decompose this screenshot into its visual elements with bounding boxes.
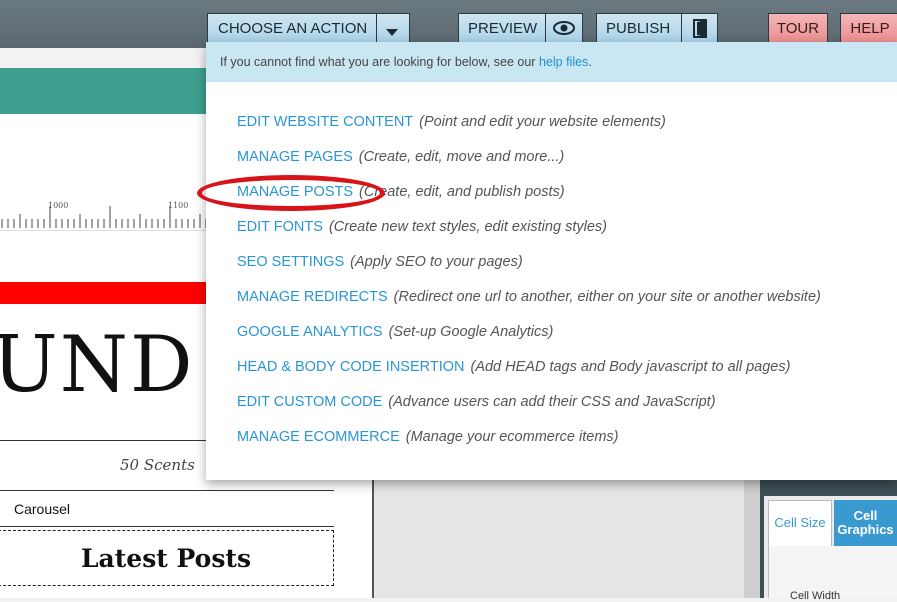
menu-item[interactable]: GOOGLE ANALYTICS (Set-up Google Analytics… — [237, 322, 553, 342]
menu-item-description: (Create new text styles, edit existing s… — [328, 219, 607, 235]
headline-text: UND — [0, 320, 195, 410]
menu-item-label[interactable]: EDIT FONTS — [237, 219, 323, 235]
carousel-row[interactable]: Carousel — [0, 490, 334, 527]
menu-item-label[interactable]: SEO SETTINGS — [237, 254, 344, 270]
menu-item-label[interactable]: MANAGE ECOMMERCE — [237, 429, 400, 445]
site-header-band — [0, 68, 214, 114]
tab-cell-size[interactable]: Cell Size — [768, 500, 832, 546]
menu-item-label[interactable]: EDIT CUSTOM CODE — [237, 394, 382, 410]
ruler-label: 1100 — [168, 201, 189, 210]
publish-button[interactable]: PUBLISH — [596, 13, 718, 43]
latest-posts-heading[interactable]: Latest Posts — [0, 530, 334, 586]
menu-item[interactable]: MANAGE PAGES (Create, edit, move and more… — [237, 147, 564, 167]
menu-item-description: (Redirect one url to another, either on … — [393, 289, 821, 305]
cell-width-label: Cell Width — [790, 590, 841, 602]
menu-item-description: (Add HEAD tags and Body javascript to al… — [470, 359, 791, 375]
info-end: . — [588, 55, 592, 69]
menu-item-label[interactable]: EDIT WEBSITE CONTENT — [237, 114, 413, 130]
menu-item-description: (Manage your ecommerce items) — [405, 429, 619, 445]
preview-label: PREVIEW — [468, 20, 538, 37]
help-button[interactable]: HELP — [840, 13, 897, 43]
menu-item-description: (Point and edit your website elements) — [419, 114, 666, 130]
dropdown-info-bar: If you cannot find what you are looking … — [206, 42, 897, 82]
menu-item-label[interactable]: HEAD & BODY CODE INSERTION — [237, 359, 464, 375]
menu-item-description: (Set-up Google Analytics) — [388, 324, 554, 340]
help-files-link[interactable]: help files — [539, 55, 588, 69]
ruler-label: 1000 — [48, 201, 69, 210]
menu-item[interactable]: EDIT WEBSITE CONTENT (Point and edit your… — [237, 112, 666, 132]
eye-icon — [553, 20, 575, 40]
menu-item[interactable]: SEO SETTINGS (Apply SEO to your pages) — [237, 252, 523, 272]
menu-item-description: (Advance users can add their CSS and Jav… — [388, 394, 716, 410]
menu-item-description: (Create, edit, move and more...) — [358, 149, 565, 165]
action-dropdown-menu: If you cannot find what you are looking … — [206, 42, 897, 480]
preview-button[interactable]: PREVIEW — [458, 13, 583, 43]
menu-item-description: (Apply SEO to your pages) — [350, 254, 523, 270]
menu-item[interactable]: MANAGE REDIRECTS (Redirect one url to ano… — [237, 287, 821, 307]
menu-item[interactable]: MANAGE ECOMMERCE (Manage your ecommerce i… — [237, 427, 619, 447]
tagline: 50 Scents — [120, 456, 195, 474]
menu-item[interactable]: EDIT FONTS (Create new text styles, edit … — [237, 217, 607, 237]
carousel-label: Carousel — [14, 501, 71, 517]
choose-action-button[interactable]: CHOOSE AN ACTION — [207, 13, 410, 43]
menu-item-description: (Create, edit, and publish posts) — [359, 184, 565, 200]
menu-item-label[interactable]: MANAGE REDIRECTS — [237, 289, 388, 305]
tab-cell-graphics[interactable]: Cell Graphics — [834, 500, 897, 546]
chevron-down-icon[interactable] — [386, 24, 398, 41]
info-text: If you cannot find what you are looking … — [220, 55, 536, 69]
door-icon — [693, 19, 709, 43]
menu-item[interactable]: HEAD & BODY CODE INSERTION (Add HEAD tags… — [237, 357, 790, 377]
highlight-circle — [197, 175, 385, 211]
tour-button[interactable]: TOUR — [768, 13, 828, 43]
top-toolbar: CHOOSE AN ACTION PREVIEW PUBLISH TOUR HE… — [0, 0, 897, 48]
canvas-gutter — [374, 480, 744, 598]
help-label: HELP — [850, 20, 890, 37]
tour-label: TOUR — [776, 20, 820, 37]
menu-item-label[interactable]: MANAGE PAGES — [237, 149, 353, 165]
divider — [0, 440, 206, 441]
choose-action-label: CHOOSE AN ACTION — [218, 20, 368, 37]
menu-item[interactable]: EDIT CUSTOM CODE (Advance users can add t… — [237, 392, 716, 412]
publish-label: PUBLISH — [606, 20, 671, 37]
red-banner — [0, 282, 206, 304]
menu-item-label[interactable]: GOOGLE ANALYTICS — [237, 324, 383, 340]
